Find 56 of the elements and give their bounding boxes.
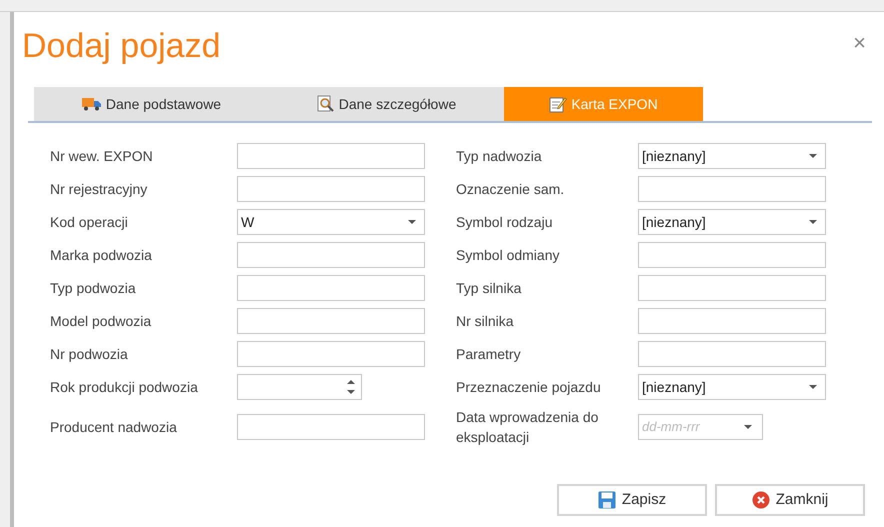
field-label: Kod operacji xyxy=(50,213,129,232)
field-label: Nr silnika xyxy=(456,312,515,331)
field-label: Nr podwozia xyxy=(50,345,129,364)
field-label: Nr wew. EXPON xyxy=(50,147,154,166)
dropdown-field[interactable]: [nieznany] xyxy=(638,374,826,400)
date-placeholder: dd-mm-rrr xyxy=(642,418,700,436)
text-field[interactable] xyxy=(237,308,425,334)
field-label: Oznaczenie sam. xyxy=(456,180,566,199)
truck-icon xyxy=(82,97,102,111)
field-label: Data wprowadzenia do eksploatacji xyxy=(456,408,600,447)
text-field[interactable] xyxy=(237,242,425,268)
magnifier-document-icon xyxy=(316,95,335,113)
field-label: Typ podwozia xyxy=(50,279,137,298)
text-field[interactable] xyxy=(638,341,826,367)
field-label: Producent nadwozia xyxy=(50,418,178,437)
text-field[interactable] xyxy=(237,275,425,301)
caret-icon xyxy=(809,385,817,389)
text-field[interactable] xyxy=(638,242,826,268)
tab[interactable]: Dane szczegółowe xyxy=(269,87,504,121)
text-field[interactable] xyxy=(638,275,826,301)
field-label: Przeznaczenie pojazdu xyxy=(456,378,602,397)
dialog-title: Dodaj pojazd xyxy=(22,26,220,66)
caret-icon xyxy=(408,220,416,224)
field-label: Model podwozia xyxy=(50,312,152,331)
text-field[interactable] xyxy=(237,414,425,440)
field-label: Rok produkcji podwozia xyxy=(50,378,199,397)
dropdown-field[interactable]: [nieznany] xyxy=(638,143,826,169)
text-field[interactable] xyxy=(237,143,425,169)
text-field[interactable] xyxy=(638,176,826,202)
text-field[interactable] xyxy=(237,176,425,202)
field-label: Marka podwozia xyxy=(50,246,153,265)
caret-icon xyxy=(809,154,817,158)
caret-icon xyxy=(744,425,752,429)
field-label: Parametry xyxy=(456,345,522,364)
dropdown-value: [nieznany] xyxy=(642,212,706,232)
close-circle-icon xyxy=(752,491,770,509)
number-spinner-field[interactable] xyxy=(237,374,362,400)
dropdown-value: [nieznany] xyxy=(642,378,706,397)
caret-icon xyxy=(809,220,817,224)
field-label: Typ nadwozia xyxy=(456,147,543,166)
text-field[interactable] xyxy=(638,308,826,334)
save-button[interactable]: Zapisz xyxy=(557,484,707,516)
note-pencil-icon xyxy=(549,95,568,113)
text-field[interactable] xyxy=(237,341,425,367)
dropdown-field[interactable]: [nieznany] xyxy=(638,209,826,235)
field-label: Nr rejestracyjny xyxy=(50,180,148,199)
close-button[interactable]: × xyxy=(853,32,866,54)
spin-arrows-icon xyxy=(347,379,355,395)
tab[interactable]: Dane podstawowe xyxy=(34,87,269,121)
field-label: Symbol odmiany xyxy=(456,246,560,265)
field-label: Typ silnika xyxy=(456,279,522,298)
dropdown-value: [nieznany] xyxy=(642,146,706,166)
dropdown-field[interactable]: W xyxy=(237,209,425,235)
dropdown-value: W xyxy=(241,212,254,232)
field-label: Symbol rodzaju xyxy=(456,213,554,232)
close-dialog-button[interactable]: Zamknij xyxy=(715,484,865,516)
